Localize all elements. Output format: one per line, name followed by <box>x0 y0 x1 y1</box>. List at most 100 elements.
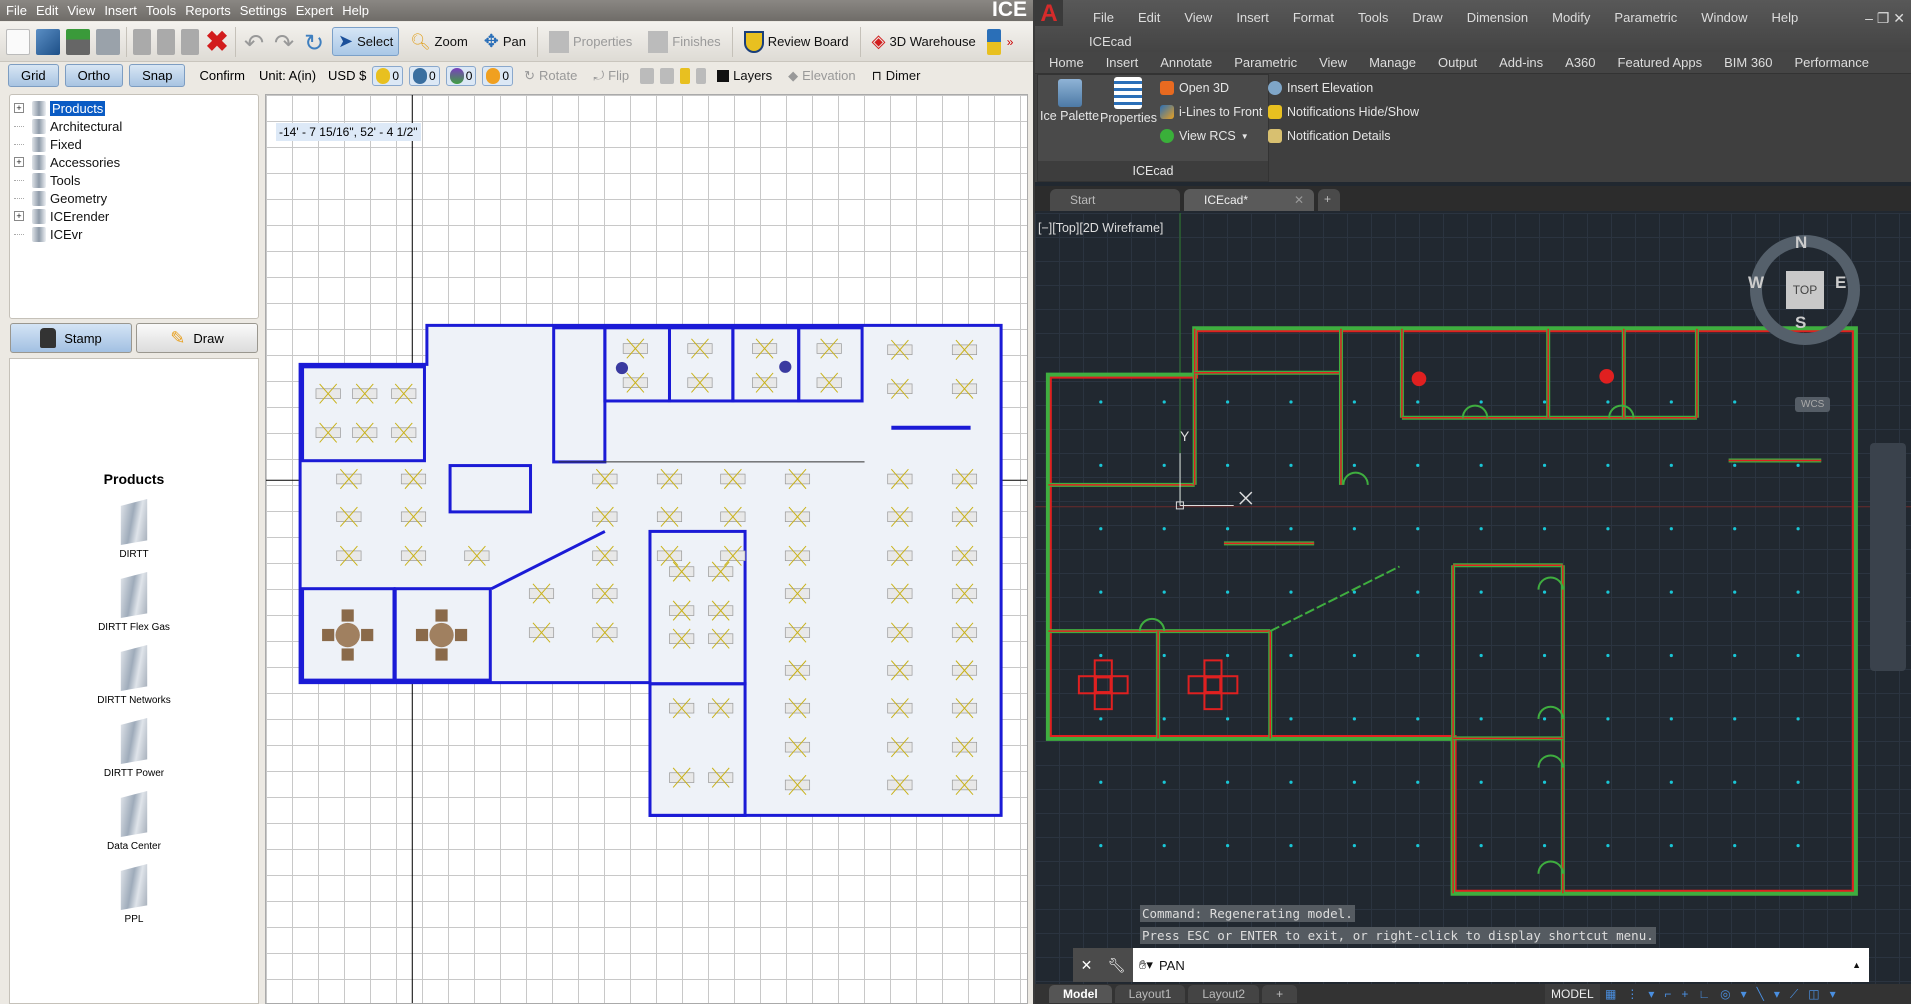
print-icon[interactable] <box>96 28 120 55</box>
acad-menu-item[interactable]: Dimension <box>1467 10 1528 25</box>
product-item[interactable]: DIRTT Flex Gas <box>10 572 258 633</box>
close-icon[interactable]: ✕ <box>1294 193 1304 207</box>
expand-icon[interactable]: + <box>14 211 24 221</box>
expand-icon[interactable]: + <box>14 103 24 113</box>
acad-menu-item[interactable]: Parametric <box>1614 10 1677 25</box>
menu-help[interactable]: Help <box>342 3 369 18</box>
redo-icon[interactable]: ↷ <box>272 29 296 57</box>
compass-e[interactable]: E <box>1835 273 1846 293</box>
select-tool-button[interactable]: ➤ Select <box>332 27 400 56</box>
new-file-icon[interactable] <box>6 28 30 55</box>
unit-label[interactable]: Unit: A(in) <box>259 68 316 83</box>
properties-button[interactable]: Properties <box>544 28 637 56</box>
view-rcs-button[interactable]: View RCS ▼ <box>1160 129 1249 143</box>
grid-toggle[interactable]: Grid <box>8 64 59 87</box>
tree-item[interactable]: Tools <box>14 171 258 189</box>
command-input[interactable]: PAN <box>1159 958 1185 973</box>
properties-button[interactable]: Properties <box>1100 77 1157 125</box>
product-item[interactable]: DIRTT <box>10 499 258 560</box>
product-item[interactable]: DIRTT Networks <box>10 645 258 706</box>
model-space-button[interactable]: MODEL <box>1545 984 1600 1004</box>
notification-count-3[interactable]: 0 <box>445 65 477 86</box>
elevation-button[interactable]: ◆ Elevation <box>783 65 860 87</box>
viewport-label[interactable]: [−][Top][2D Wireframe] <box>1038 221 1163 235</box>
notifications-toggle-button[interactable]: Notifications Hide/Show <box>1268 105 1419 119</box>
doc-tab-icecad[interactable]: ICEcad* ✕ <box>1184 189 1314 211</box>
close-command-icon[interactable]: ✕ <box>1081 957 1093 974</box>
currency-label[interactable]: USD $ <box>328 68 366 83</box>
ribbon-tab[interactable]: Annotate <box>1160 55 1212 70</box>
ribbon-tab[interactable]: View <box>1319 55 1347 70</box>
ribbon-tab[interactable]: BIM 360 <box>1724 55 1772 70</box>
compass-n[interactable]: N <box>1795 233 1807 253</box>
open-3d-button[interactable]: Open 3D <box>1160 81 1229 95</box>
ribbon-tab[interactable]: Featured Apps <box>1618 55 1703 70</box>
review-board-button[interactable]: Review Board <box>739 28 854 56</box>
autocad-drawing-area[interactable]: [−][Top][2D Wireframe] TOP N S E W WCS Y <box>1035 213 1911 984</box>
ribbon-tab[interactable]: Performance <box>1795 55 1869 70</box>
copy-icon[interactable] <box>157 28 175 55</box>
tree-item[interactable]: + Products <box>14 99 258 117</box>
ribbon-tab[interactable]: Home <box>1049 55 1084 70</box>
wcs-menu[interactable]: WCS <box>1795 397 1831 412</box>
customize-wrench-icon[interactable]: 🔧︎ <box>1108 957 1126 974</box>
compass-s[interactable]: S <box>1795 313 1806 333</box>
overflow-chevron-icon[interactable]: » <box>1007 35 1014 49</box>
acad-menu-item[interactable]: File <box>1093 10 1114 25</box>
measure-icon[interactable] <box>696 67 707 84</box>
status-toggle-icons[interactable]: ▦⋮▾⌐+∟◎▾╲▾⟋◫▾ <box>1605 987 1846 1002</box>
tree-item[interactable]: Fixed <box>14 135 258 153</box>
3d-warehouse-button[interactable]: ◈ 3D Warehouse <box>867 28 981 55</box>
notification-count-4[interactable]: 0 <box>482 65 514 86</box>
tree-item[interactable]: Architectural <box>14 117 258 135</box>
lightning-icon[interactable] <box>680 67 691 84</box>
cut-icon[interactable] <box>133 28 151 55</box>
menu-file[interactable]: File <box>6 3 27 18</box>
notification-count-2[interactable]: 0 <box>409 65 440 86</box>
history-toggle-icon[interactable]: ▲ <box>1852 960 1861 970</box>
paste-icon[interactable] <box>181 28 199 55</box>
menu-tools[interactable]: Tools <box>146 3 176 18</box>
notification-details-button[interactable]: Notification Details <box>1268 129 1391 143</box>
ribbon-tab[interactable]: Add-ins <box>1499 55 1543 70</box>
acad-menu-item[interactable]: Format <box>1293 10 1334 25</box>
zoom-tool-button[interactable]: 🔍︎ Zoom <box>405 29 473 55</box>
distribute-icon[interactable] <box>660 67 675 84</box>
menu-insert[interactable]: Insert <box>104 3 137 18</box>
compass-w[interactable]: W <box>1748 273 1764 293</box>
tree-item[interactable]: Geometry <box>14 189 258 207</box>
product-item[interactable]: PPL <box>10 864 258 925</box>
refresh-icon[interactable]: ↻ <box>302 29 326 57</box>
undo-icon[interactable]: ↶ <box>242 29 266 57</box>
acad-menu-item[interactable]: Tools <box>1358 10 1388 25</box>
ribbon-tab[interactable]: Insert <box>1106 55 1139 70</box>
navigation-bar[interactable] <box>1870 443 1906 671</box>
window-controls[interactable]: – ❐ ✕ <box>1865 10 1905 27</box>
menu-settings[interactable]: Settings <box>240 3 287 18</box>
layers-button[interactable]: Layers <box>712 65 777 86</box>
autocad-logo-icon[interactable]: A <box>1035 0 1063 27</box>
layout-tab-layout1[interactable]: Layout1 <box>1114 985 1186 1003</box>
ice-palette-button[interactable]: Ice Palette <box>1040 79 1099 123</box>
finishes-button[interactable]: Finishes <box>643 28 725 56</box>
acad-menu-item[interactable]: Insert <box>1236 10 1269 25</box>
insert-elevation-button[interactable]: Insert Elevation <box>1268 81 1373 95</box>
ilines-to-front-button[interactable]: i-Lines to Front <box>1160 105 1262 119</box>
flip-button[interactable]: ⤾ Flip <box>588 65 634 87</box>
acad-menu-item[interactable]: Edit <box>1138 10 1160 25</box>
viewcube[interactable]: TOP N S E W <box>1748 233 1860 345</box>
acad-menu-item[interactable]: Window <box>1701 10 1747 25</box>
menu-view[interactable]: View <box>67 3 95 18</box>
expand-icon[interactable]: + <box>14 157 24 167</box>
add-layout-button[interactable]: + <box>1262 985 1298 1003</box>
ribbon-tab[interactable]: A360 <box>1565 55 1595 70</box>
ribbon-tab[interactable]: Manage <box>1369 55 1416 70</box>
product-item[interactable]: Data Center <box>10 791 258 852</box>
ribbon-tab[interactable]: Parametric <box>1234 55 1297 70</box>
pan-tool-button[interactable]: ✥ Pan <box>479 28 531 55</box>
doc-tab-start[interactable]: Start <box>1050 189 1180 211</box>
layout-tab-model[interactable]: Model <box>1049 985 1112 1003</box>
open-folder-icon[interactable] <box>36 28 60 55</box>
menu-icecad[interactable]: ICEcad <box>1089 34 1132 49</box>
draw-mode-button[interactable]: ✎ Draw <box>136 323 258 353</box>
